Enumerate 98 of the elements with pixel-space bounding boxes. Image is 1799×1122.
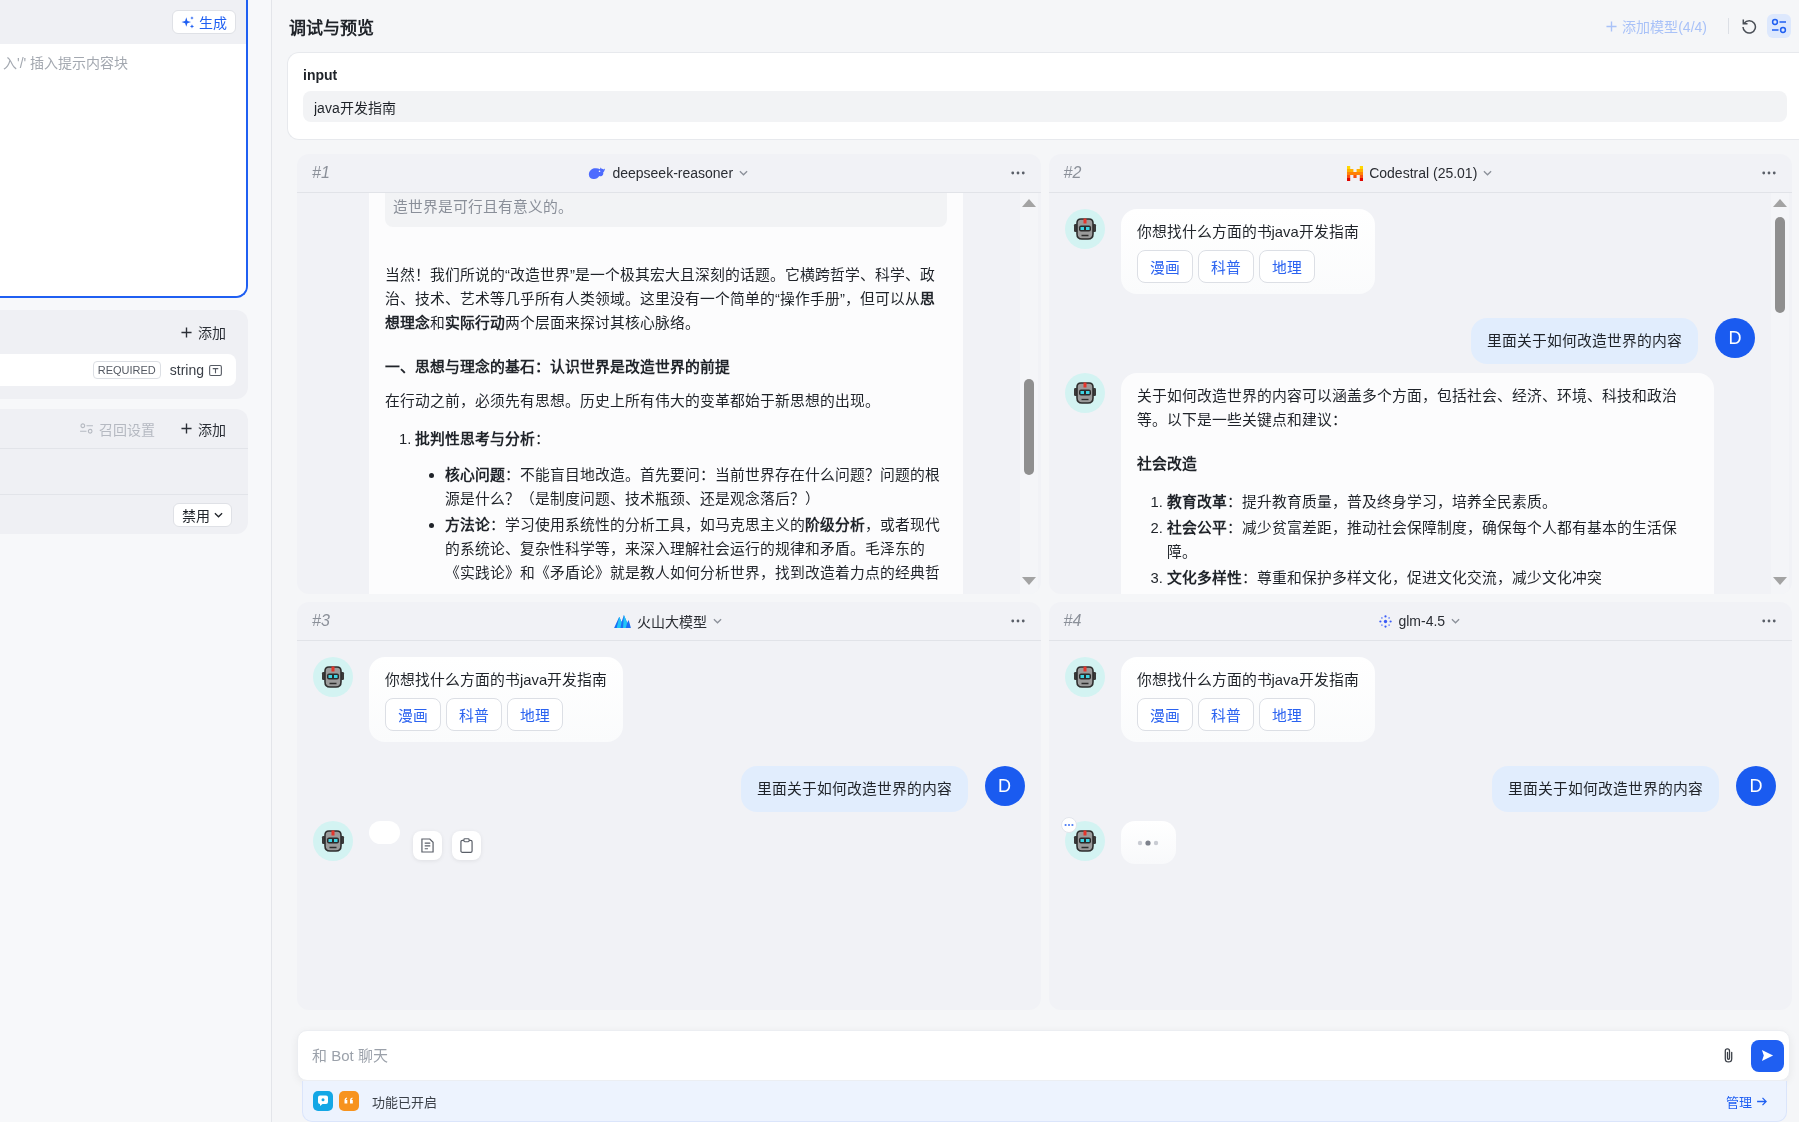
model-selector[interactable]: Codestral (25.01) [1347, 165, 1493, 181]
document-icon [421, 838, 434, 853]
loading-badge-icon [1060, 817, 1077, 833]
plus-icon [1606, 20, 1618, 32]
section-heading: 社会改造 [1136, 454, 1198, 474]
plus-icon [181, 423, 192, 434]
user-message-bubble: 里面关于如何改造世界的内容 [1471, 318, 1698, 364]
message-text: 你想找什么方面的书java开发指南 [385, 671, 608, 690]
feature-status-text: 功能已开启 [372, 1093, 438, 1111]
chat-bubble-icon [313, 1091, 333, 1111]
typing-dots-icon [1137, 839, 1159, 846]
mode-select[interactable]: 禁用 [173, 502, 232, 527]
scroll-down-arrow-icon[interactable] [1773, 577, 1787, 585]
paperclip-icon[interactable] [1723, 1047, 1734, 1064]
list-item-text: 核心问题：不能盲目地改造。首先要问：当前世界存在什么问题？问题的根源是什么？（是制度问题、技术瓶颈、还是观念落后？） [445, 465, 941, 509]
option-button[interactable]: 科普 [446, 698, 502, 731]
user-message-bubble: 里面关于如何改造世界的内容 [1492, 766, 1719, 812]
list-number: 1. [399, 430, 413, 449]
field-label: input [303, 66, 338, 85]
scroll-up-arrow-icon[interactable] [1773, 199, 1787, 207]
message-text: 当然！我们所说的“改造世界”是一个极其宏大且深刻的话题。它横跨哲学、科学、政治、技术、艺术等几乎所有人类领域。这里没有一个简单的“操作手册”，但可以从思想理念和实际行动两个层面来探讨其核心脉络。 [385, 266, 936, 333]
bullet-icon [429, 473, 434, 478]
list-number: 1. [1150, 493, 1164, 512]
message-text: 你想找什么方面的书java开发指南 [1136, 223, 1359, 242]
option-button[interactable]: 地理 [1258, 250, 1315, 283]
option-button[interactable]: 科普 [1197, 250, 1254, 283]
panel-number: #3 [312, 612, 330, 630]
user-avatar: D [1715, 318, 1755, 358]
section-heading: 一、思想与理念的基石：认识世界是改造世界的前提 [385, 357, 731, 377]
option-button[interactable]: 地理 [1258, 698, 1315, 731]
list-item-text: 方法论：学习使用系统性的分析工具，如马克思主义的阶级分析，或者现代的系统论、复杂性科学等，来深入理解社会运行的规律和矛盾。毛泽东的《实践论》和《矛盾论》就是教人如何分析世界，找到改造着力点的经典哲 [445, 515, 941, 583]
chevron-down-icon [739, 170, 749, 176]
toggles-icon [80, 423, 93, 434]
clipboard-icon [460, 838, 473, 853]
arrow-right-icon [1757, 1096, 1768, 1106]
input-field[interactable]: java开发指南 [303, 91, 1787, 122]
manage-link[interactable]: 管理 [1726, 1091, 1768, 1111]
generate-button[interactable]: 生成 [172, 10, 236, 34]
option-button[interactable]: 科普 [1197, 698, 1254, 731]
option-button[interactable]: 漫画 [1136, 250, 1193, 283]
chevron-down-icon [713, 618, 723, 624]
message-text: 在行动之前，必须先有思想。历史上所有伟大的变革都始于新思想的出现。 [385, 392, 881, 411]
user-message-bubble: 里面关于如何改造世界的内容 [740, 766, 968, 812]
scroll-down-arrow-icon[interactable] [1021, 577, 1036, 585]
type-label: string [169, 362, 204, 378]
panel-number: #2 [1063, 164, 1082, 182]
refresh-icon[interactable] [1741, 18, 1757, 34]
sliders-icon [1771, 18, 1787, 34]
list-number: 3. [1150, 569, 1164, 588]
model-selector[interactable]: 火山大模型 [614, 611, 723, 631]
plus-icon [181, 326, 192, 338]
model-selector[interactable]: glm-4.5 [1379, 613, 1461, 629]
quote-icon [339, 1091, 359, 1111]
more-icon[interactable] [1010, 619, 1025, 623]
text-type-icon [209, 364, 222, 376]
send-button[interactable] [1751, 1039, 1784, 1072]
scroll-up-arrow-icon[interactable] [1021, 199, 1036, 207]
message-text: 你想找什么方面的书java开发指南 [1136, 671, 1359, 690]
settings-button[interactable] [1767, 14, 1791, 38]
sparkle-icon [181, 15, 195, 29]
scrollbar-thumb[interactable] [1775, 217, 1785, 313]
dotted-star-icon [1379, 614, 1393, 628]
list-item-text: 批判性思考与分析： [415, 429, 551, 449]
clipboard-button[interactable] [452, 831, 481, 860]
page-title: 调试与预览 [289, 17, 375, 39]
more-icon[interactable] [1762, 619, 1776, 623]
panel-number: #4 [1063, 612, 1082, 630]
more-icon[interactable] [1010, 171, 1025, 175]
chevron-down-icon [1483, 170, 1493, 176]
message-text: 关于如何改造世界的内容可以涵盖多个方面，包括社会、经济、环境、科技和政治等。以下是一些关键点和建议： [1136, 387, 1678, 430]
user-avatar: D [984, 766, 1025, 806]
required-badge: REQUIRED [92, 361, 161, 379]
option-button[interactable]: 漫画 [1136, 698, 1193, 731]
chevron-down-icon [1451, 618, 1461, 624]
option-button[interactable]: 漫画 [385, 698, 441, 731]
add-button[interactable]: 添加 [181, 322, 226, 342]
list-item-text: 社会公平：减少贫富差距，推动社会保障制度，确保每个人都有基本的生活保障。 [1166, 518, 1678, 562]
whale-icon [588, 166, 607, 180]
chat-input-field[interactable]: 和 Bot 聊天 [297, 1030, 1790, 1081]
list-item-text: 教育改革：提升教育质量，普及终身学习，培养全民素质。 [1166, 492, 1558, 512]
scrollbar-thumb[interactable] [1023, 379, 1034, 475]
prompt-input-field[interactable]: 入'/' 插入提示内容块 [0, 44, 246, 296]
block-letter-m-icon [1347, 165, 1364, 181]
document-button[interactable] [413, 831, 442, 860]
chat-text-input[interactable]: 和 Bot 聊天 [312, 1040, 1711, 1071]
user-avatar: D [1736, 766, 1776, 806]
reasoning-text: 造世界是可行且有意义的。 [385, 193, 947, 227]
panel-number: #1 [312, 164, 330, 182]
send-icon [1761, 1049, 1774, 1062]
list-item-text: 文化多样性：尊重和保护多样文化，促进文化交流，减少文化冲突 [1166, 568, 1603, 588]
list-number: 2. [1150, 519, 1164, 538]
option-button[interactable]: 地理 [507, 698, 563, 731]
bullet-icon [429, 523, 434, 528]
more-icon[interactable] [1762, 171, 1776, 175]
mountain-peaks-icon [614, 614, 632, 628]
chevron-down-icon [214, 511, 223, 518]
model-selector[interactable]: deepseek-reasoner [588, 165, 749, 181]
add-button[interactable]: 添加 [181, 418, 226, 439]
